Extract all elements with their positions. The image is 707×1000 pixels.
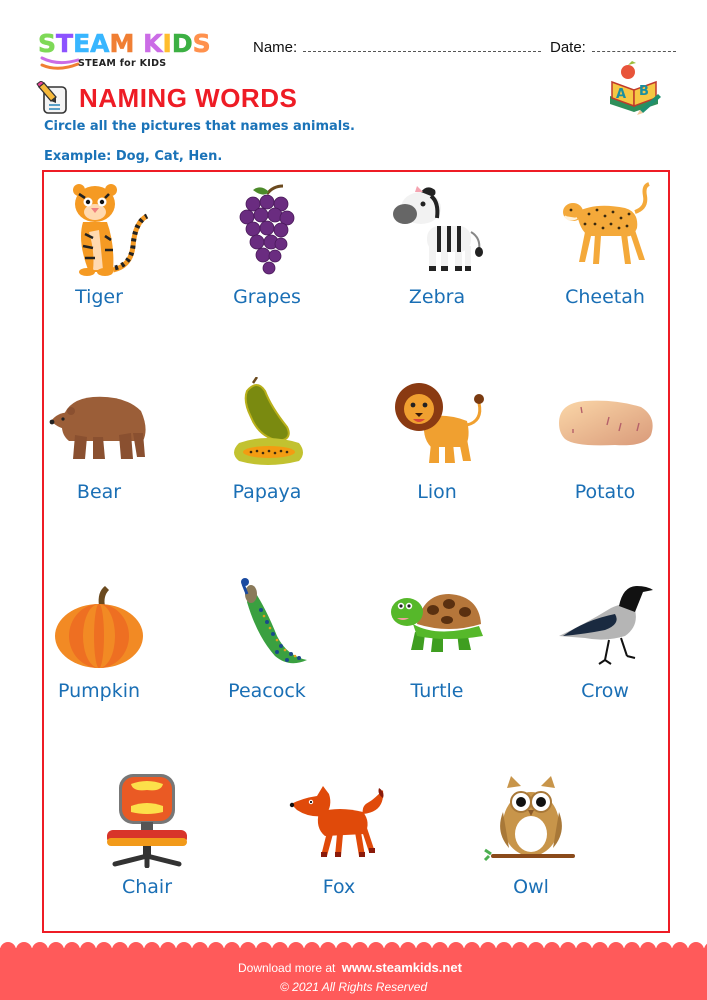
- logo-letter: A: [90, 29, 110, 58]
- picture-item-tiger[interactable]: Tiger: [24, 182, 174, 308]
- book-abc-icon: A B: [610, 61, 661, 115]
- picture-item-fox[interactable]: Fox: [264, 772, 414, 898]
- logo-letter: T: [56, 29, 74, 58]
- logo-letter: S: [192, 29, 211, 58]
- picture-item-lion[interactable]: Lion: [362, 377, 512, 503]
- name-blank-line[interactable]: [303, 40, 542, 52]
- name-label: Name:: [253, 39, 298, 56]
- footer-copyright: © 2021 All Rights Reserved: [280, 980, 428, 994]
- page-footer: Download more at www.steamkids.net © 202…: [0, 940, 707, 1000]
- picture-item-potato[interactable]: Potato: [530, 377, 680, 503]
- picture-label: Chair: [121, 876, 173, 898]
- picture-label: Grapes: [233, 286, 301, 308]
- crow-icon: [559, 586, 653, 665]
- logo-tagline: STEAM for KIDS: [78, 58, 167, 69]
- cheetah-icon: [563, 182, 650, 264]
- picture-item-zebra[interactable]: Zebra: [362, 182, 512, 308]
- picture-label: Owl: [513, 876, 549, 898]
- footer-download-text: Download more at: [238, 961, 336, 975]
- logo-letter: M: [109, 29, 135, 58]
- pencil-document-icon: [36, 81, 67, 114]
- picture-item-cheetah[interactable]: Cheetah: [530, 182, 680, 308]
- pumpkin-icon: [55, 586, 143, 668]
- zebra-icon: [393, 186, 483, 271]
- worksheet-title: NAMING WORDS: [79, 82, 298, 113]
- instruction-text: Circle all the pictures that names anima…: [44, 119, 355, 134]
- picture-item-turtle[interactable]: Turtle: [362, 576, 512, 702]
- date-blank-line[interactable]: [591, 40, 676, 52]
- picture-label: Lion: [417, 481, 457, 503]
- logo-letter: D: [171, 29, 193, 58]
- picture-label: Bear: [76, 481, 122, 503]
- footer-download-line: Download more at www.steamkids.net: [238, 960, 462, 975]
- grapes-icon: [239, 184, 295, 275]
- example-text: Example: Dog, Cat, Hen.: [44, 149, 223, 164]
- picture-label: Cheetah: [565, 286, 645, 308]
- picture-label: Crow: [581, 680, 629, 702]
- logo-swoosh-icon: [40, 56, 80, 70]
- owl-icon: [483, 776, 575, 862]
- logo-letter: I: [162, 29, 172, 58]
- picture-item-peacock[interactable]: Peacock: [192, 576, 342, 702]
- potato-icon: [559, 400, 653, 446]
- footer-website-link[interactable]: www.steamkids.net: [342, 960, 462, 975]
- picture-item-chair[interactable]: Chair: [72, 772, 222, 898]
- logo-letter: E: [73, 29, 91, 58]
- papaya-icon: [234, 377, 303, 465]
- picture-label: Papaya: [232, 481, 302, 503]
- title-row: NAMING WORDS: [36, 81, 297, 115]
- picture-item-grapes[interactable]: Grapes: [192, 182, 342, 308]
- date-field[interactable]: Date:: [550, 39, 676, 56]
- logo-wordmark: STEAM KIDS: [38, 29, 238, 58]
- logo-letter: S: [38, 29, 57, 58]
- tiger-icon: [73, 184, 149, 276]
- picture-item-crow[interactable]: Crow: [530, 576, 680, 702]
- picture-item-pumpkin[interactable]: Pumpkin: [24, 576, 174, 702]
- bear-icon: [49, 396, 146, 459]
- picture-item-bear[interactable]: Bear: [24, 377, 174, 503]
- steam-kids-logo: STEAM KIDS STEAM for KIDS: [38, 29, 238, 74]
- fox-icon: [289, 786, 384, 857]
- name-field[interactable]: Name:: [253, 39, 542, 56]
- picture-label: Peacock: [228, 680, 306, 702]
- svg-text:B: B: [639, 84, 649, 99]
- picture-label: Fox: [322, 876, 356, 898]
- logo-letter: K: [143, 29, 163, 58]
- picture-item-papaya[interactable]: Papaya: [192, 377, 342, 503]
- lion-icon: [395, 383, 484, 463]
- picture-label: Tiger: [75, 286, 123, 308]
- date-label: Date:: [550, 39, 586, 56]
- picture-label: Zebra: [408, 286, 466, 308]
- logo-letter: [134, 30, 143, 58]
- picture-label: Turtle: [410, 680, 464, 702]
- peacock-icon: [241, 578, 307, 664]
- turtle-icon: [391, 594, 483, 652]
- footer-band: Download more at www.steamkids.net © 202…: [0, 948, 707, 1000]
- picture-label: Potato: [574, 481, 636, 503]
- svg-text:A: A: [616, 87, 626, 102]
- chair-icon: [107, 774, 187, 868]
- picture-label: Pumpkin: [57, 680, 141, 702]
- picture-item-owl[interactable]: Owl: [456, 772, 606, 898]
